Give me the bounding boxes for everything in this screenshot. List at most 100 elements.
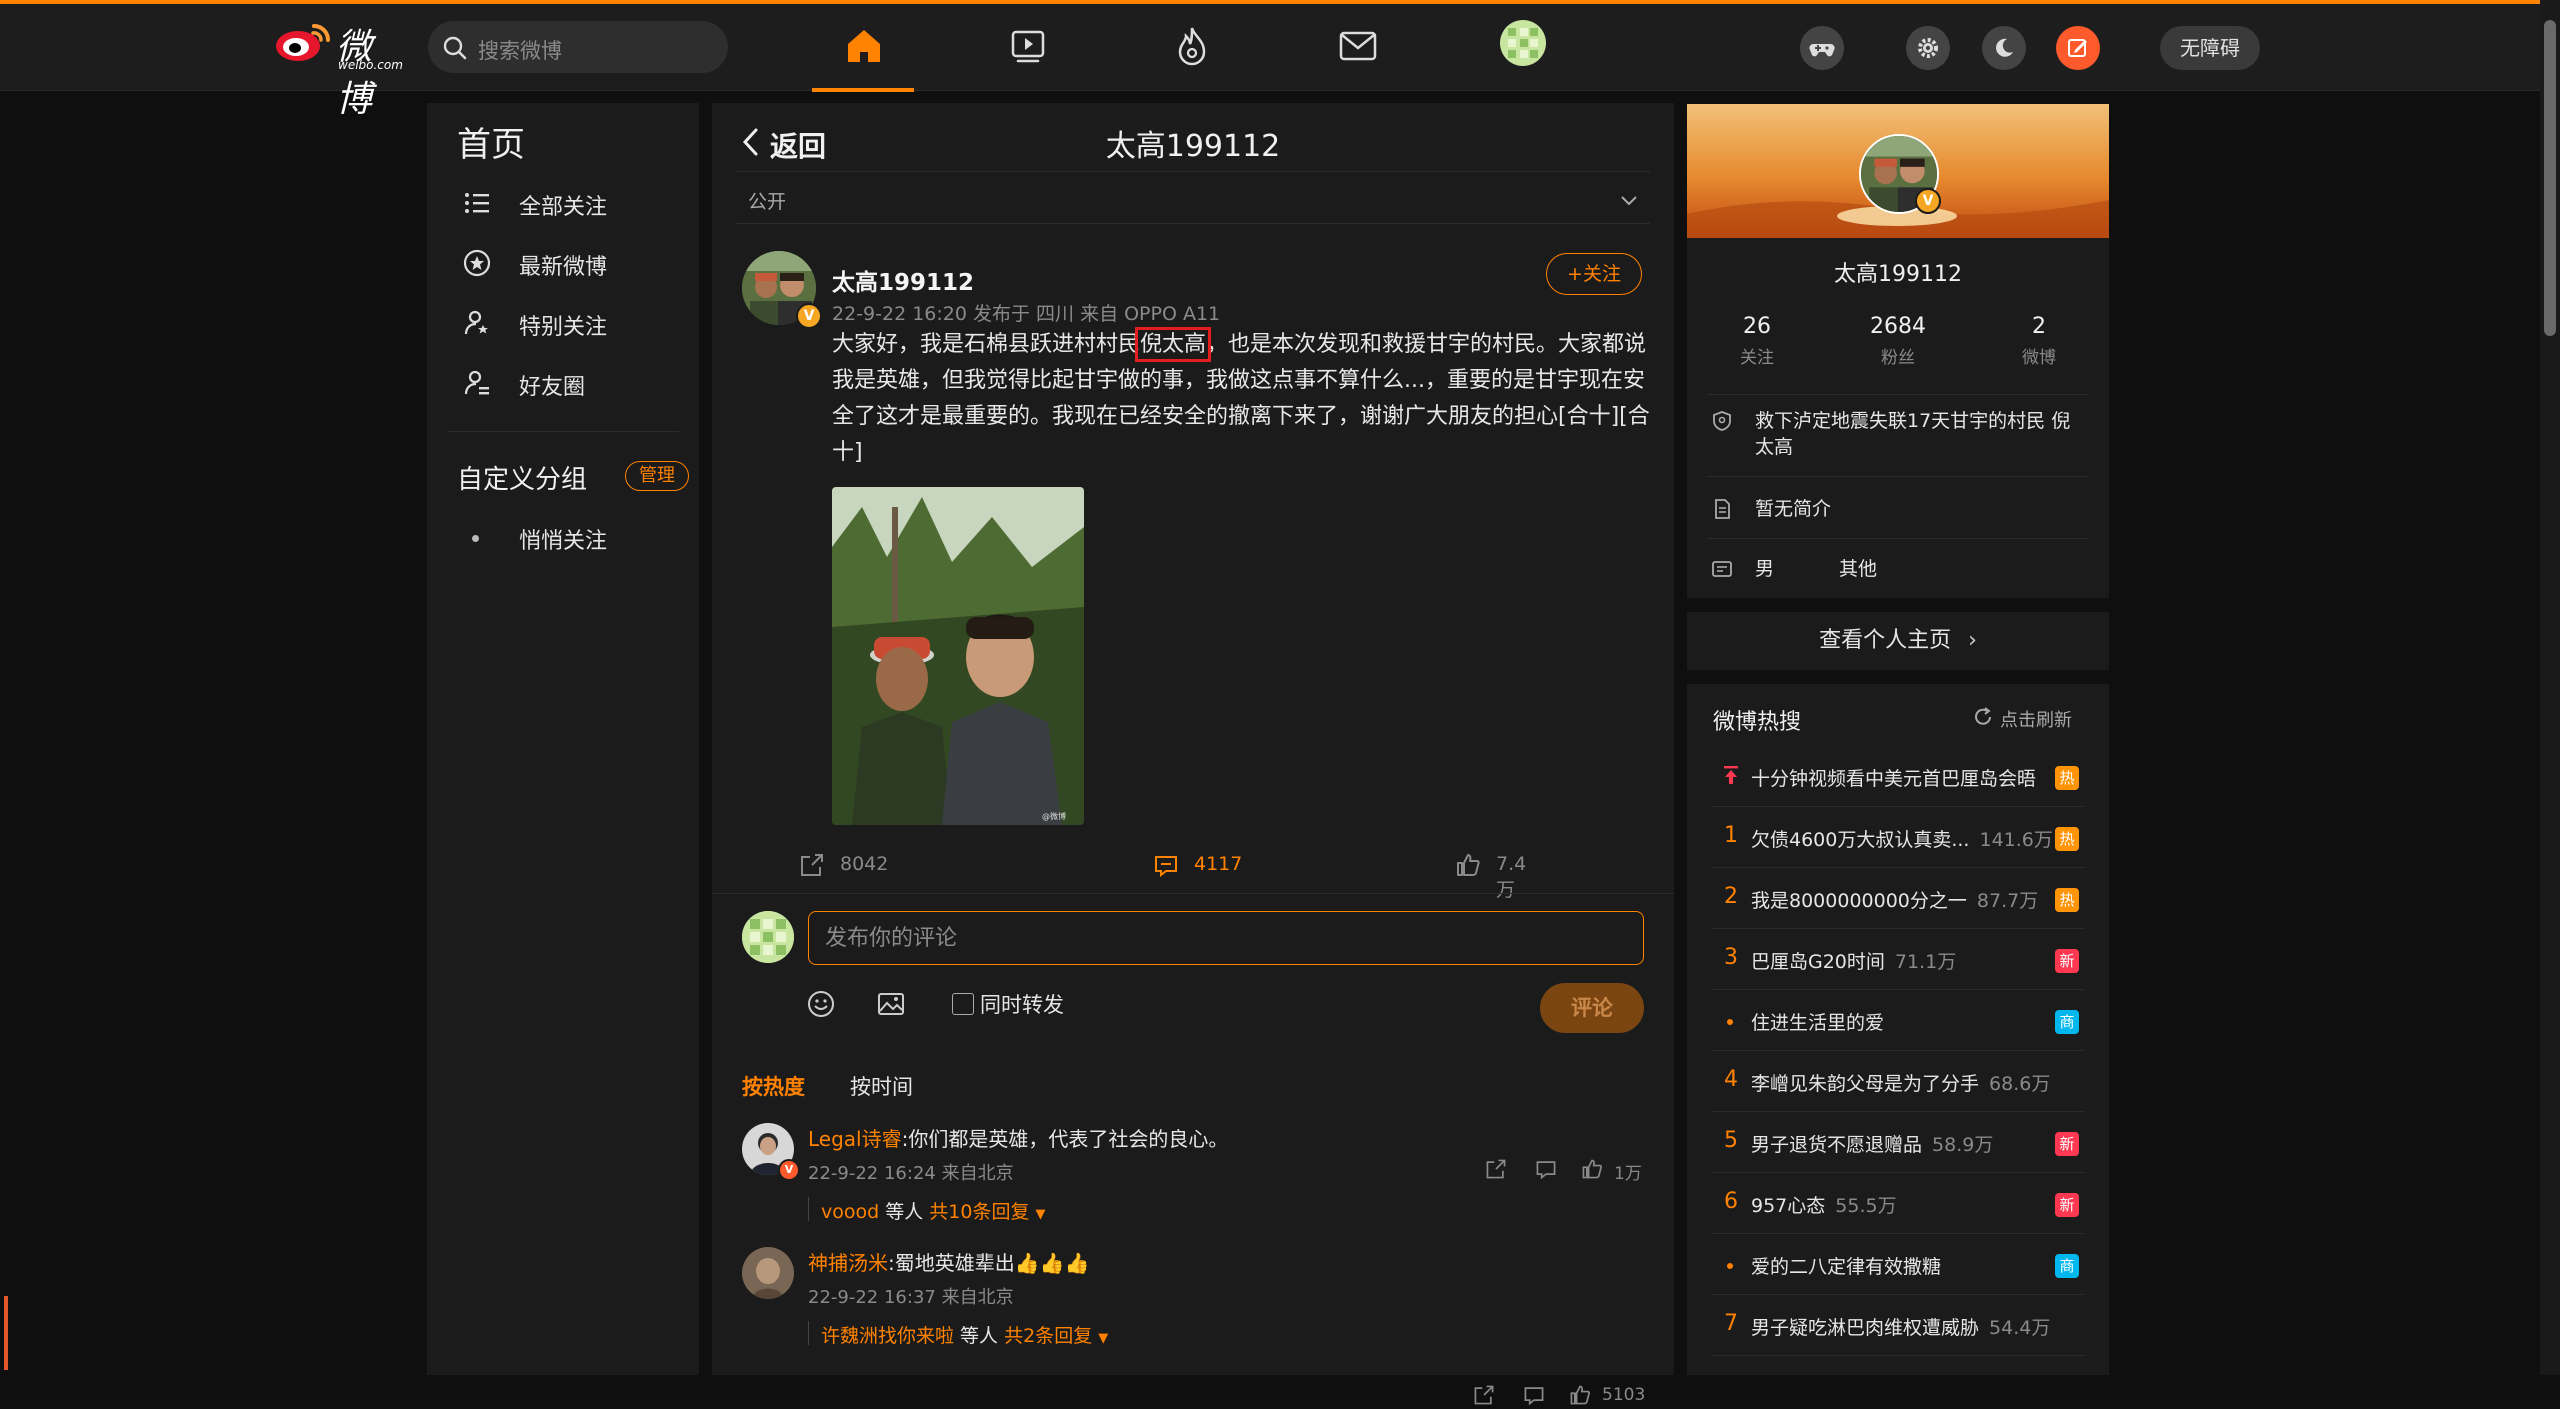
bio-text: 暂无简介 [1755,498,1832,520]
hot-search-item[interactable]: 住进生活里的爱 商 [1687,990,2109,1051]
logo-subtext: weibo.com [338,58,403,72]
refresh-label: 点击刷新 [2000,710,2072,731]
nav-avatar[interactable] [1500,20,1546,66]
user-group-icon [464,370,489,395]
my-avatar [742,911,794,963]
hot-search-topic: 十分钟视频看中美元首巴厘岛会晤 [1751,768,2037,790]
stat-label: 关注 [1740,348,1774,368]
moon-icon [1996,38,2013,57]
search-icon [443,36,467,60]
sidebar-item-label: 全部关注 [519,195,608,220]
commenter-photo-icon [742,1247,794,1299]
search-box[interactable]: 搜索微博 [428,21,728,73]
hot-search-item[interactable]: 4 李嶒见朱韵父母是为了分手 68.6万 [1687,1051,2109,1112]
top-navigation-bar: 微博 weibo.com 搜索微博 无障碍 [0,4,2540,120]
hot-search-text: 957心态 55.5万 [1751,1191,1897,1218]
highlighted-name: 倪太高 [1135,327,1212,362]
dark-mode-button[interactable] [1982,26,2026,70]
hot-search-item[interactable]: 十分钟视频看中美元首巴厘岛会晤热 [1687,746,2109,807]
hot-search-item[interactable]: 7 男子疑吃淋巴肉维权遭威胁 54.4万 [1687,1295,2109,1356]
accessibility-button[interactable]: 无障碍 [2160,26,2260,70]
hot-search-topic: 957心态 [1751,1195,1826,1217]
repost-checkbox[interactable] [952,993,974,1015]
hot-badge: 热 [2055,827,2079,851]
nav-video[interactable] [1004,22,1052,70]
nav-hot[interactable] [1168,22,1216,70]
svg-text:@微博: @微博 [1042,811,1066,821]
id-card-icon [1712,561,1732,577]
sidebar-item-friends[interactable]: 好友圈 [427,357,699,409]
hot-search-item[interactable]: 5 男子退货不愿退赠品 58.9万 新 [1687,1112,2109,1173]
share-icon [801,854,823,876]
reply-count[interactable]: 共2条回复 [1004,1325,1092,1347]
comment-like-count: 1万 [1614,1164,1642,1184]
weibo-logo[interactable]: 微博 weibo.com [274,18,409,120]
gender-text: 男 [1755,558,1775,580]
hot-search-topic: 欠债4600万大叔认真卖... [1751,829,1970,851]
hot-search-item[interactable]: 6 957心态 55.5万 新 [1687,1173,2109,1234]
nav-home[interactable] [840,22,888,70]
sort-by-time[interactable]: 按时间 [850,1071,913,1101]
chevron-down-icon[interactable] [1618,189,1640,211]
hot-search-text: 十分钟视频看中美元首巴厘岛会晤 [1751,764,2046,791]
comment-share[interactable] [1484,1157,1508,1183]
nav-messages[interactable] [1334,22,1382,70]
stat-followers[interactable]: 2684 粉丝 [1828,314,1968,368]
emoji-icon[interactable] [806,989,836,1019]
post-author-name[interactable]: 太高199112 [832,263,974,297]
divider [736,171,1650,172]
pin-top-icon [1724,766,1738,784]
sidebar-item-quiet-follow[interactable]: 悄悄关注 [519,523,607,555]
rank-number: 2 [1724,884,1738,909]
settings-button[interactable] [1906,26,1950,70]
comment-input[interactable] [808,911,1644,965]
reply-count[interactable]: 共10条回复 [929,1201,1029,1223]
profile-banner: V [1687,104,2109,238]
scrollbar-thumb[interactable] [2544,20,2556,336]
comment-reply[interactable] [1522,1383,1546,1409]
post-meta: 22-9-22 16:20 发布于 四川 来自 OPPO A11 [832,303,1221,325]
hot-badge: 新 [2055,949,2079,973]
hot-search-item[interactable]: 2 我是8000000000分之一 87.7万热 [1687,868,2109,929]
divider [1707,476,2089,477]
stat-following[interactable]: 26 关注 [1687,314,1827,368]
comment-username[interactable]: 神捕汤米 [808,1251,888,1275]
comment-replies[interactable]: voood 等人 共10条回复 ▼ [808,1197,1046,1223]
comment-reply[interactable] [1534,1157,1558,1183]
comment-replies[interactable]: 许魏洲找你来啦 等人 共2条回复 ▼ [808,1321,1108,1347]
hot-search-text: 欠债4600万大叔认真卖... 141.6万 [1751,825,2053,852]
view-profile-button[interactable]: 查看个人主页 › [1687,612,2109,670]
commenter-avatar[interactable] [742,1247,794,1299]
comment-share[interactable] [1472,1383,1496,1409]
hot-search-item[interactable]: 爱的二八定律有效撒糖 商 [1687,1234,2109,1295]
hot-badge: 热 [2055,888,2079,912]
verified-text: 救下泸定地震失联17天甘宇的村民 倪太高 [1755,410,2071,458]
rank-number: 5 [1724,1128,1738,1153]
reply-username[interactable]: voood [821,1201,879,1223]
like-count: 7.4万 [1496,853,1527,901]
hot-search-item[interactable]: 1 欠债4600万大叔认真卖... 141.6万热 [1687,807,2109,868]
sidebar-title: 首页 [457,125,525,165]
list-icon [465,193,489,213]
post-photo[interactable]: @微博 [832,487,1084,825]
game-button[interactable] [1800,26,1844,70]
comment-icon [1536,1161,1556,1180]
sort-by-hot[interactable]: 按热度 [742,1071,805,1101]
sidebar-item-special[interactable]: 特别关注 [427,297,699,349]
share-icon [1474,1385,1494,1405]
compose-button[interactable] [2056,26,2100,70]
refresh-icon [1975,707,1991,725]
hot-search-item[interactable]: 3 巴厘岛G20时间 71.1万 新 [1687,929,2109,990]
stat-posts[interactable]: 2 微博 [1969,314,2109,368]
reply-username[interactable]: 许魏洲找你来啦 [821,1325,954,1347]
submit-comment-button[interactable]: 评论 [1540,983,1644,1033]
sidebar-item-latest[interactable]: 最新微博 [427,237,699,289]
comment-icon [1524,1387,1544,1406]
comment-meta: 22-9-22 16:24 来自北京 [808,1163,1014,1184]
follow-button[interactable]: +关注 [1546,253,1642,295]
comment-username[interactable]: Legal诗睿 [808,1127,902,1151]
sidebar-item-all-follow[interactable]: 全部关注 [427,177,699,229]
image-icon[interactable] [876,989,906,1019]
manage-groups-button[interactable]: 管理 [625,461,689,491]
thumbs-up-icon [1570,1385,1590,1405]
